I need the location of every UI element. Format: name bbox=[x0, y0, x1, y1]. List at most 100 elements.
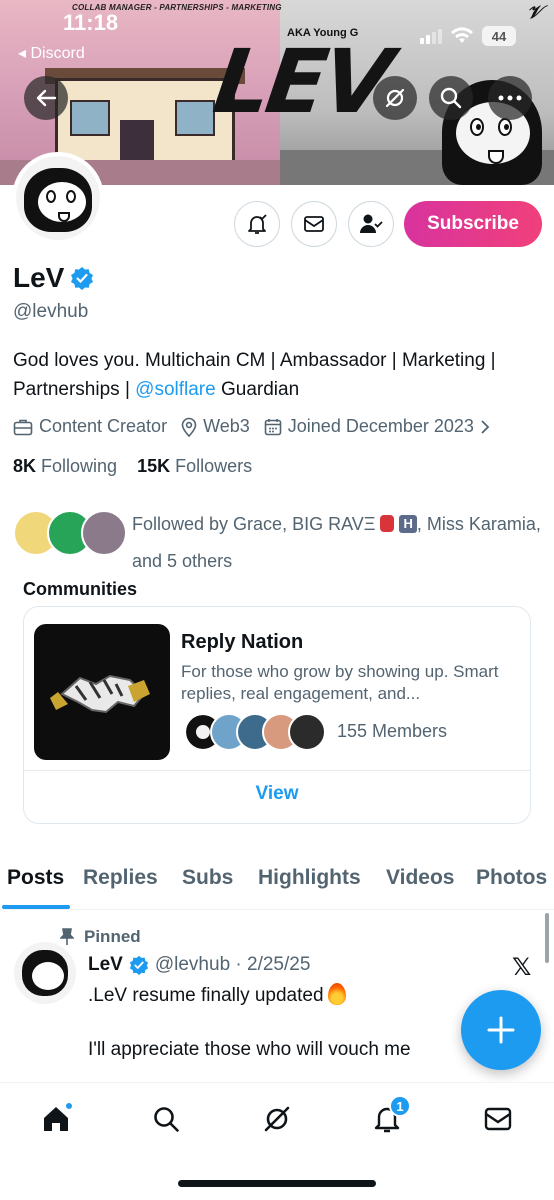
bio-text-end: Guardian bbox=[215, 379, 300, 400]
tab-posts[interactable]: Posts bbox=[7, 866, 64, 890]
status-icons: 44 bbox=[420, 26, 516, 46]
pinned-label-row: Pinned bbox=[60, 927, 141, 947]
location-icon bbox=[181, 417, 197, 437]
profile-handle: @levhub bbox=[13, 301, 89, 322]
community-name: Reply Nation bbox=[181, 631, 304, 653]
status-back-to-app[interactable]: ◂ Discord bbox=[18, 43, 85, 63]
message-button[interactable] bbox=[291, 201, 337, 247]
community-card[interactable]: Reply Nation For those who grow by showi… bbox=[23, 606, 531, 824]
notifications-badge: 1 bbox=[389, 1095, 411, 1117]
post-header: LeV @levhub · 2/25/25 bbox=[88, 954, 310, 976]
nav-grok[interactable] bbox=[257, 1099, 297, 1139]
following-button[interactable] bbox=[348, 201, 394, 247]
nav-search[interactable] bbox=[146, 1099, 186, 1139]
profile-name: LeV bbox=[13, 262, 65, 293]
pin-icon bbox=[60, 928, 74, 945]
communities-heading: Communities bbox=[23, 579, 138, 599]
tab-highlights[interactable]: Highlights bbox=[258, 866, 361, 890]
profile-category: Content Creator bbox=[13, 416, 167, 437]
grok-icon bbox=[385, 88, 405, 108]
post-text-line-2: I'll appreciate those who will vouch me bbox=[88, 1039, 411, 1060]
notification-settings-button[interactable] bbox=[234, 201, 280, 247]
post-text-line: .LeV resume finally updated bbox=[88, 983, 346, 1007]
community-image bbox=[34, 624, 170, 760]
active-tab-indicator bbox=[2, 905, 70, 909]
mail-icon bbox=[484, 1107, 512, 1131]
pinned-label: Pinned bbox=[84, 927, 141, 946]
community-divider bbox=[24, 770, 530, 771]
fire-emoji-icon bbox=[327, 983, 346, 1005]
profile-name-row: LeV bbox=[13, 262, 94, 294]
home-indicator[interactable] bbox=[178, 1180, 376, 1187]
verified-badge-icon bbox=[71, 267, 94, 290]
briefcase-icon bbox=[13, 419, 33, 435]
grok-icon bbox=[264, 1106, 290, 1132]
following-label: Following bbox=[41, 456, 118, 476]
verified-badge-icon bbox=[129, 955, 149, 975]
nav-notifications[interactable]: 1 bbox=[367, 1095, 411, 1139]
follow-stats: 8K Following 15K Followers bbox=[13, 456, 252, 477]
wifi-icon bbox=[451, 27, 473, 43]
profile-tabs: Posts Replies Subs Highlights Videos Pho… bbox=[0, 860, 554, 910]
cellular-signal-icon bbox=[420, 28, 442, 44]
followers-stat[interactable]: 15K Followers bbox=[137, 456, 252, 476]
handshake-icon bbox=[50, 674, 150, 714]
post-author-name[interactable]: LeV bbox=[88, 954, 123, 976]
chevron-right-icon bbox=[481, 419, 490, 434]
tab-photos[interactable]: Photos bbox=[476, 866, 547, 890]
post-author-avatar[interactable] bbox=[14, 942, 76, 1004]
nav-messages[interactable] bbox=[478, 1099, 518, 1139]
tab-replies[interactable]: Replies bbox=[83, 866, 158, 890]
search-button[interactable] bbox=[429, 76, 473, 120]
more-button[interactable] bbox=[488, 76, 532, 120]
back-arrow-icon bbox=[36, 89, 57, 107]
compose-post-button[interactable] bbox=[461, 990, 541, 1070]
profile-location: Web3 bbox=[181, 416, 250, 437]
following-stat[interactable]: 8K Following bbox=[13, 456, 117, 476]
grok-button[interactable] bbox=[373, 76, 417, 120]
profile-joined[interactable]: Joined December 2023 bbox=[264, 416, 490, 437]
person-check-icon bbox=[360, 214, 383, 233]
profile-location-label: Web3 bbox=[203, 416, 250, 436]
nav-home[interactable] bbox=[36, 1099, 76, 1139]
backpack-emoji-icon bbox=[380, 515, 395, 532]
more-icon bbox=[498, 95, 522, 101]
bio-mention-link[interactable]: @solflare bbox=[135, 379, 216, 400]
scrollbar[interactable] bbox=[545, 913, 549, 963]
brand-corner-icon: 𝒱 bbox=[527, 2, 542, 22]
profile-avatar[interactable] bbox=[12, 152, 104, 244]
plus-icon bbox=[487, 1016, 515, 1044]
search-icon bbox=[440, 87, 462, 109]
following-count: 8K bbox=[13, 456, 37, 476]
followed-by-h-badge: H bbox=[399, 515, 417, 533]
status-time: 11:18 bbox=[63, 10, 119, 35]
post-handle-date: @levhub · 2/25/25 bbox=[154, 954, 311, 975]
profile-bio: God loves you. Multichain CM | Ambassado… bbox=[13, 346, 548, 404]
back-button[interactable] bbox=[24, 76, 68, 120]
x-logo-icon[interactable]: 𝕏 bbox=[512, 953, 531, 981]
profile-meta: Content Creator Web3 Joined December 202… bbox=[13, 416, 504, 437]
profile-joined-label: Joined December 2023 bbox=[287, 416, 474, 436]
banner-logo-text: LEV bbox=[207, 30, 395, 133]
followed-by-text-1: Followed by Grace, BIG RAVΞ bbox=[132, 514, 376, 534]
search-icon bbox=[154, 1107, 179, 1132]
community-view-button[interactable]: View bbox=[24, 783, 530, 805]
mail-icon bbox=[304, 216, 324, 232]
bell-check-icon bbox=[248, 214, 267, 234]
tab-subs[interactable]: Subs bbox=[182, 866, 233, 890]
battery-indicator: 44 bbox=[482, 26, 516, 46]
home-unread-dot bbox=[65, 1102, 73, 1110]
subscribe-button[interactable]: Subscribe bbox=[404, 201, 542, 247]
profile-category-label: Content Creator bbox=[39, 416, 168, 436]
followers-count: 15K bbox=[137, 456, 171, 476]
post-text-1: .LeV resume finally updated bbox=[88, 985, 324, 1006]
banner-store-window bbox=[70, 100, 110, 136]
calendar-icon bbox=[264, 418, 282, 435]
tab-videos[interactable]: Videos bbox=[386, 866, 454, 890]
followers-label: Followers bbox=[175, 456, 253, 476]
member-avatar bbox=[288, 713, 326, 751]
followed-by-text: Followed by Grace, BIG RAVΞ H, Miss Kara… bbox=[132, 506, 542, 580]
follower-avatar bbox=[81, 510, 127, 556]
community-description: For those who grow by showing up. Smart … bbox=[181, 662, 499, 703]
community-member-count: 155 Members bbox=[337, 721, 448, 741]
